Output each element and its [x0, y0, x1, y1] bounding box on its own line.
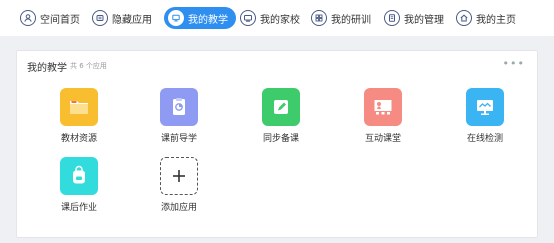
plus-icon [173, 170, 185, 182]
app-tile[interactable] [364, 88, 402, 126]
app-tile[interactable] [60, 88, 98, 126]
nav-item-hidden-apps[interactable]: 隐藏应用 [92, 7, 152, 29]
eye-off-icon [92, 10, 108, 26]
app-preview-guide[interactable]: 课前导学 [149, 88, 209, 144]
app-tile[interactable] [466, 88, 504, 126]
monitor-chart-icon [477, 100, 493, 115]
app-textbook-resources[interactable]: 教材资源 [49, 88, 109, 144]
nav-item-label: 我的教学 [188, 14, 228, 26]
app-homework[interactable]: 课后作业 [49, 157, 109, 213]
top-nav: 空间首页 隐藏应用 我的教学 我的家校 我的研训 我的管理 我的主页 [0, 0, 554, 36]
document-icon [384, 10, 400, 26]
app-tile[interactable] [160, 157, 198, 195]
nav-item-my-management[interactable]: 我的管理 [384, 7, 444, 29]
nav-item-label: 我的管理 [404, 14, 444, 26]
user-icon [20, 10, 36, 26]
app-lesson-prep[interactable]: 同步备课 [251, 88, 311, 144]
monitor-icon [168, 10, 184, 26]
app-label: 同步备课 [262, 134, 299, 144]
app-online-test[interactable]: 在线检测 [455, 88, 515, 144]
nav-item-my-training[interactable]: 我的研训 [311, 7, 371, 29]
folder-icon [70, 101, 88, 114]
grid-icon [311, 10, 327, 26]
more-options-button[interactable]: ••• [503, 57, 525, 70]
section-title: 我的教学 [27, 63, 67, 74]
edit-icon [274, 100, 288, 114]
nav-item-label: 空间首页 [40, 14, 80, 26]
app-interactive-class[interactable]: 互动课堂 [353, 88, 413, 144]
nav-item-label: 我的主页 [476, 14, 516, 26]
app-tile[interactable] [60, 157, 98, 195]
app-tile[interactable] [262, 88, 300, 126]
app-label: 添加应用 [160, 203, 197, 213]
home-icon [456, 10, 472, 26]
add-app-button[interactable]: 添加应用 [149, 157, 209, 213]
nav-item-my-homepage[interactable]: 我的主页 [456, 7, 516, 29]
app-label: 在线检测 [466, 134, 503, 144]
app-count: 共 6 个应用 [70, 62, 107, 70]
app-label: 课后作业 [60, 203, 97, 213]
nav-item-space-home[interactable]: 空间首页 [20, 7, 80, 29]
app-label: 教材资源 [60, 134, 97, 144]
nav-item-label: 隐藏应用 [112, 14, 152, 26]
nav-item-my-teaching[interactable]: 我的教学 [164, 7, 236, 29]
app-label: 课前导学 [160, 134, 197, 144]
app-tile[interactable] [160, 88, 198, 126]
nav-item-label: 我的家校 [260, 14, 300, 26]
clipboard-icon [173, 98, 185, 115]
screen-icon [240, 10, 256, 26]
nav-item-label: 我的研训 [331, 14, 371, 26]
backpack-icon [73, 165, 85, 184]
nav-item-my-home-school[interactable]: 我的家校 [240, 7, 300, 29]
app-label: 互动课堂 [364, 134, 401, 144]
my-teaching-panel: 我的教学 共 6 个应用 ••• 教材资源 课前导学 同步备课 互动课堂 在线检… [16, 50, 538, 238]
presentation-icon [374, 100, 392, 115]
